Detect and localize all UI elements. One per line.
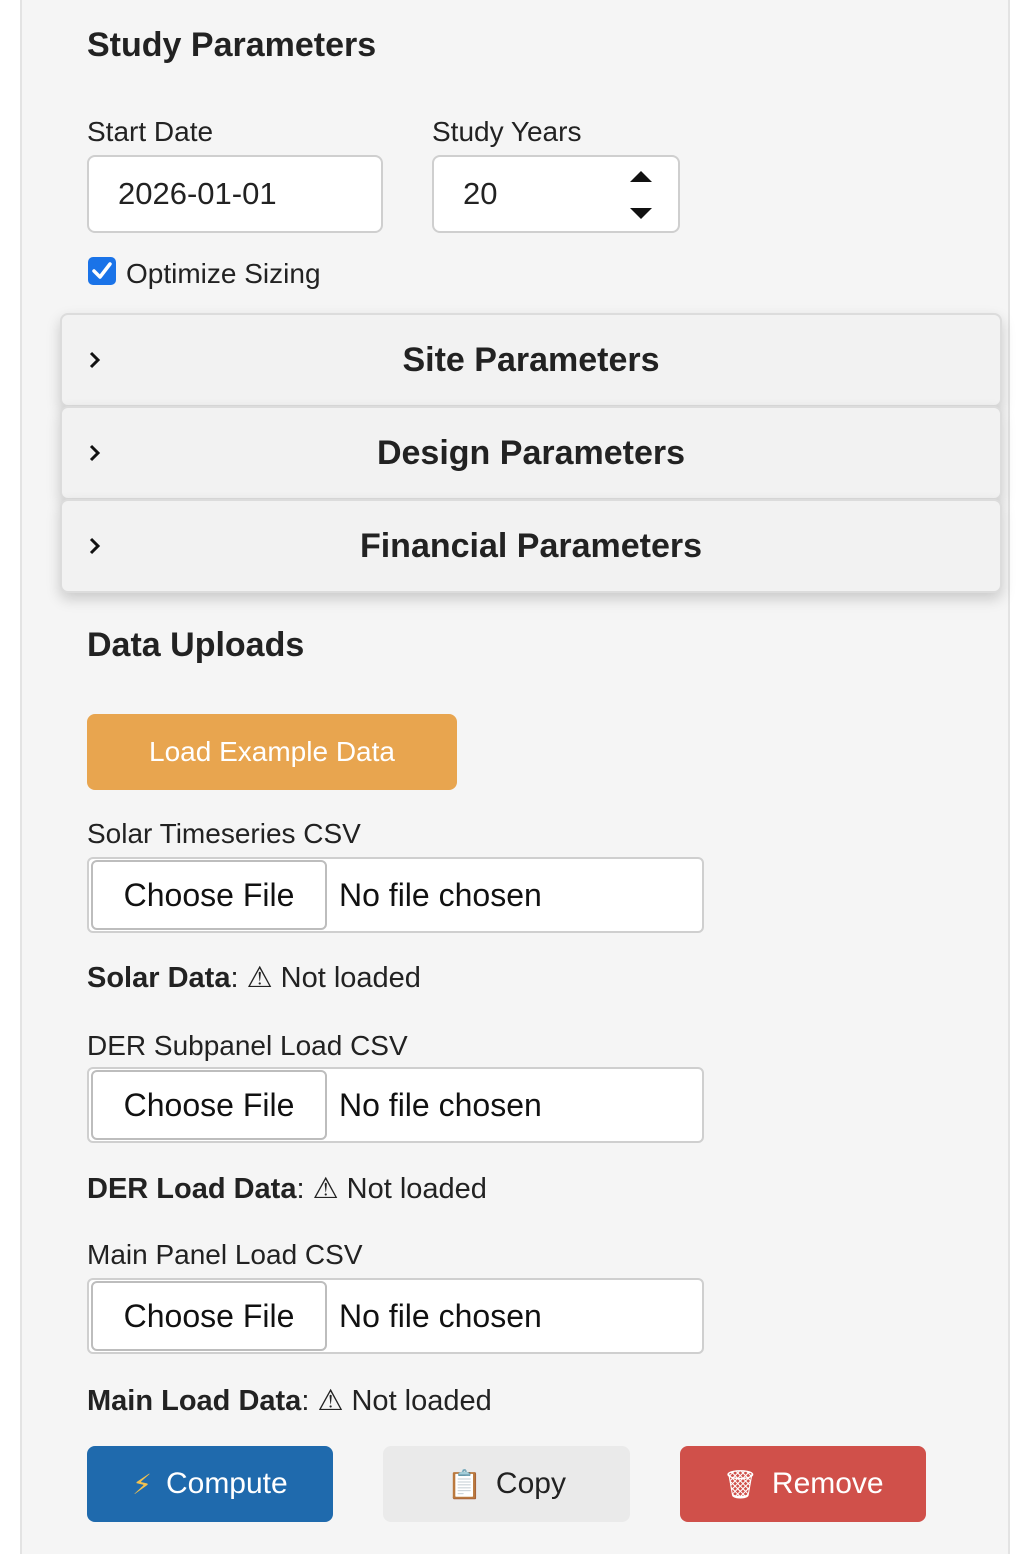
- main-file-input[interactable]: Choose File No file chosen: [87, 1278, 704, 1354]
- study-years-label: Study Years: [432, 116, 582, 147]
- financial-parameters-accordion[interactable]: Financial Parameters: [60, 499, 1002, 593]
- trash-icon: 🗑: [722, 1468, 758, 1500]
- chevron-right-icon: [89, 444, 101, 462]
- decrement-arrow-icon[interactable]: [630, 208, 652, 219]
- chevron-right-icon: [89, 351, 101, 369]
- der-file-status: No file chosen: [339, 1086, 542, 1123]
- main-csv-label: Main Panel Load CSV: [87, 1239, 363, 1270]
- der-csv-label: DER Subpanel Load CSV: [87, 1030, 408, 1061]
- remove-button[interactable]: 🗑 Remove: [680, 1446, 926, 1522]
- der-data-status: DER Load Data: ⚠ Not loaded: [87, 1173, 487, 1205]
- solar-data-status: Solar Data: ⚠ Not loaded: [87, 962, 421, 994]
- chevron-right-icon: [89, 537, 101, 555]
- compute-button[interactable]: ⚡ Compute: [87, 1446, 333, 1522]
- clipboard-icon: 📋: [447, 1468, 482, 1500]
- main-data-label: Main Load Data: [87, 1385, 302, 1417]
- increment-arrow-icon[interactable]: [630, 171, 652, 182]
- design-parameters-accordion[interactable]: Design Parameters: [60, 406, 1002, 500]
- number-spinner[interactable]: [630, 167, 654, 223]
- site-parameters-accordion[interactable]: Site Parameters: [60, 313, 1002, 407]
- der-file-input[interactable]: Choose File No file chosen: [87, 1067, 704, 1143]
- study-years-value: 20: [463, 176, 498, 211]
- study-parameters-title: Study Parameters: [87, 26, 377, 64]
- copy-button[interactable]: 📋 Copy: [383, 1446, 630, 1522]
- optimize-sizing-label: Optimize Sizing: [126, 258, 321, 289]
- design-parameters-title: Design Parameters: [376, 433, 686, 472]
- checkmark-icon: [92, 262, 112, 279]
- start-date-value: 2026-01-01: [118, 176, 277, 211]
- start-date-input[interactable]: 2026-01-01: [87, 155, 383, 233]
- remove-label: Remove: [771, 1467, 884, 1500]
- site-parameters-title: Site Parameters: [402, 340, 660, 379]
- main-data-status: Main Load Data: ⚠ Not loaded: [87, 1385, 492, 1417]
- main-data-status-text: ⚠ Not loaded: [317, 1385, 492, 1417]
- der-data-label: DER Load Data: [87, 1173, 297, 1205]
- start-date-label: Start Date: [87, 116, 214, 147]
- lightning-icon: ⚡: [132, 1468, 152, 1500]
- solar-choose-file-button[interactable]: Choose File: [91, 860, 327, 930]
- solar-data-label: Solar Data: [87, 962, 231, 994]
- der-choose-file-button[interactable]: Choose File: [91, 1070, 327, 1140]
- solar-data-status-text: ⚠ Not loaded: [246, 962, 421, 994]
- solar-csv-label: Solar Timeseries CSV: [87, 818, 361, 849]
- financial-parameters-title: Financial Parameters: [359, 526, 703, 565]
- solar-file-input[interactable]: Choose File No file chosen: [87, 857, 704, 933]
- data-uploads-title: Data Uploads: [87, 626, 305, 664]
- der-data-status-text: ⚠ Not loaded: [312, 1173, 487, 1205]
- main-choose-file-button[interactable]: Choose File: [91, 1281, 327, 1351]
- optimize-sizing-checkbox[interactable]: [88, 257, 116, 285]
- copy-label: Copy: [495, 1467, 566, 1500]
- study-years-input[interactable]: 20: [432, 155, 680, 233]
- solar-file-status: No file chosen: [339, 876, 542, 913]
- main-file-status: No file chosen: [339, 1297, 542, 1334]
- compute-label: Compute: [165, 1467, 288, 1500]
- load-example-data-button[interactable]: Load Example Data: [87, 714, 457, 790]
